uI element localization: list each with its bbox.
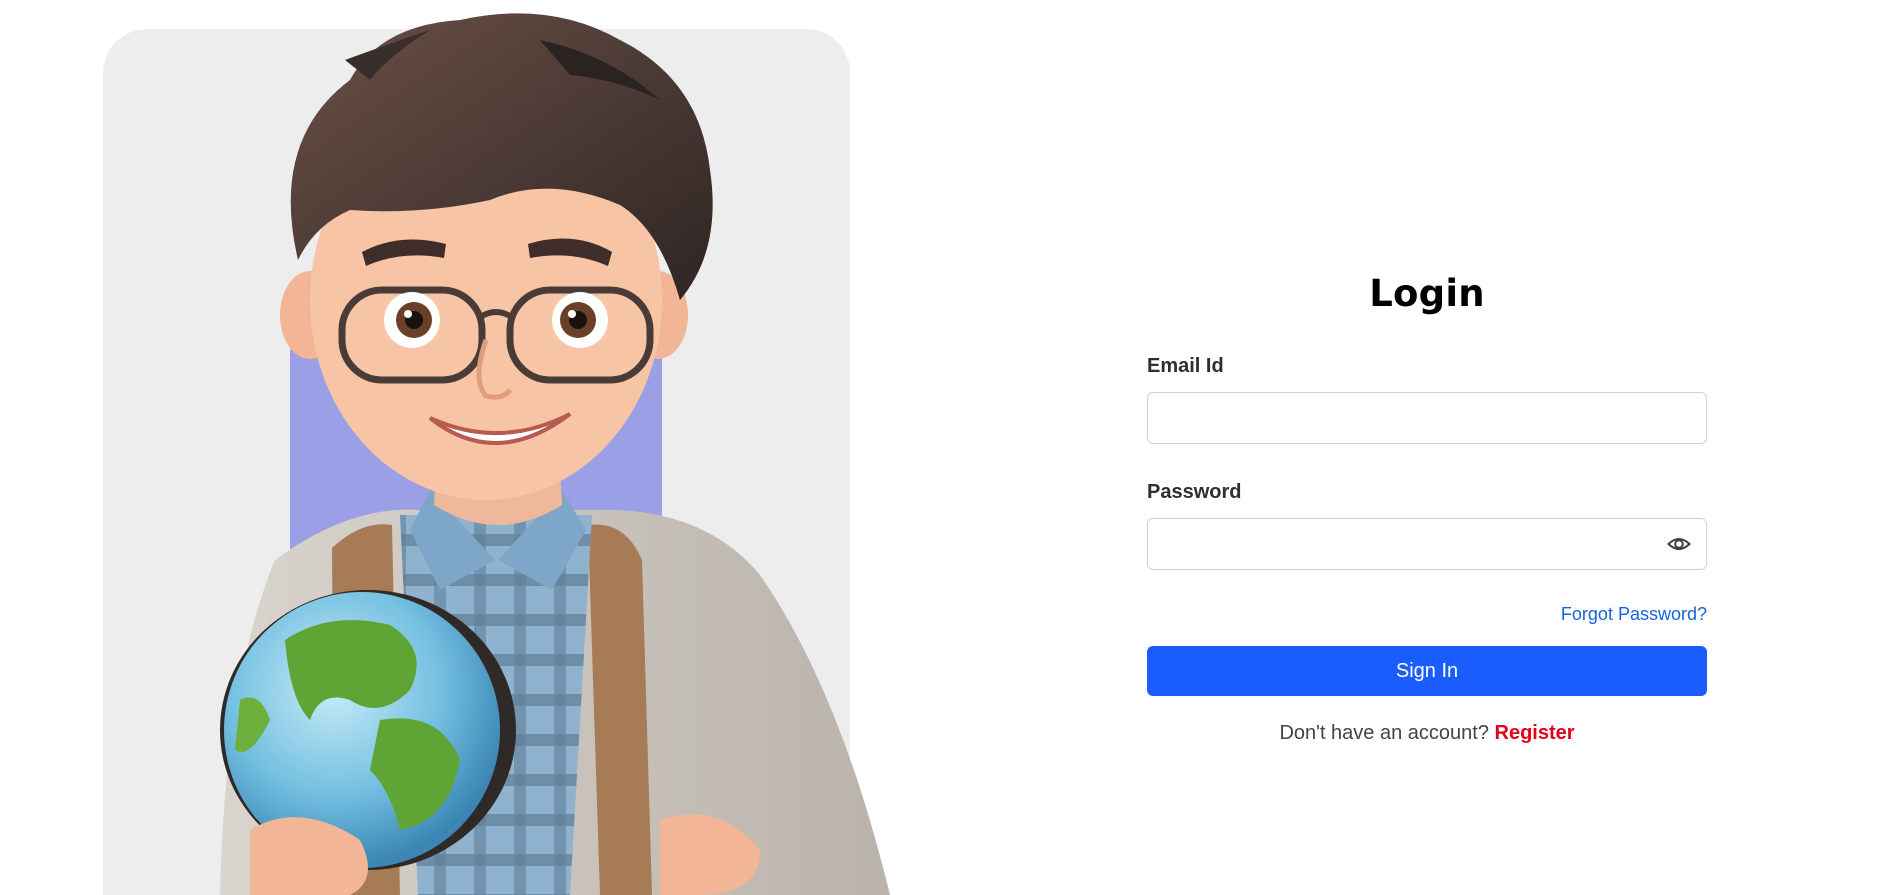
password-field[interactable]	[1147, 518, 1707, 570]
email-field[interactable]	[1147, 392, 1707, 444]
login-page: Login Email Id Password Forgot Password?…	[0, 0, 1888, 895]
email-label: Email Id	[1147, 355, 1224, 377]
password-field-wrapper	[1147, 518, 1707, 570]
login-form: Login Email Id Password Forgot Password?…	[1147, 270, 1707, 746]
student-illustration	[220, 13, 890, 895]
register-row: Don't have an account? Register	[1147, 720, 1707, 746]
forgot-password-row: Forgot Password?	[1147, 603, 1707, 625]
eye-icon[interactable]	[1665, 531, 1693, 557]
forgot-password-link[interactable]: Forgot Password?	[1561, 604, 1707, 624]
register-link[interactable]: Register	[1495, 722, 1575, 744]
page-title: Login	[1369, 272, 1485, 315]
no-account-text: Don't have an account?	[1279, 722, 1495, 744]
password-label: Password	[1147, 481, 1242, 503]
sign-in-button[interactable]: Sign In	[1147, 646, 1707, 696]
